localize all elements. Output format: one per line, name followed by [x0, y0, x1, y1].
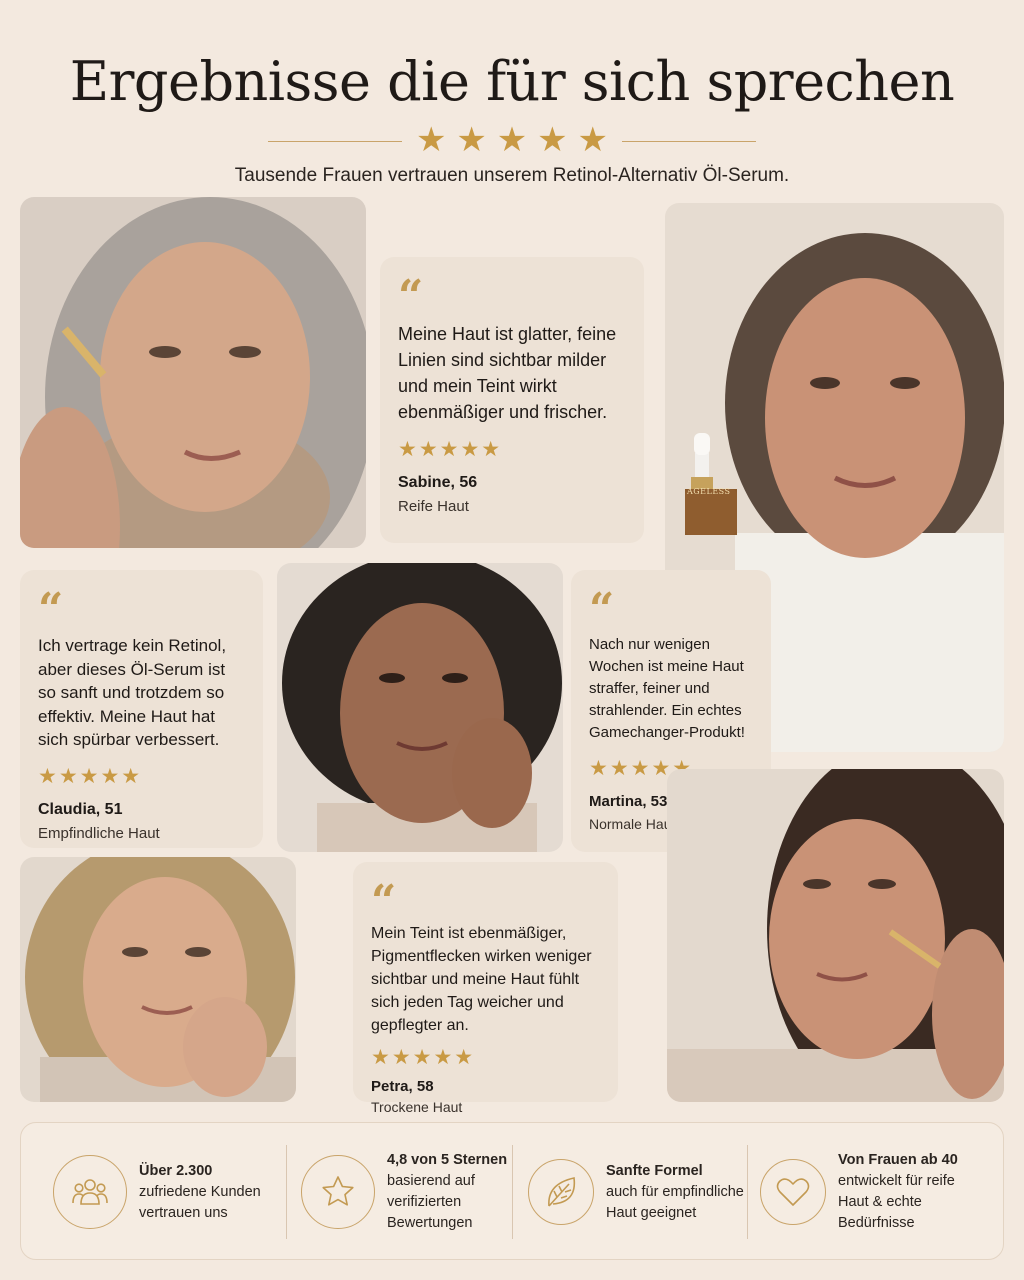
feature-description: zufriedene Kunden vertrauen uns [139, 1183, 261, 1221]
reviewer-skin-type: Trockene Haut [371, 1099, 463, 1115]
review-text: Mein Teint ist ebenmäßiger, Pigmentfleck… [371, 925, 592, 1034]
feature-title: 4,8 von 5 Sternen [387, 1152, 508, 1168]
quote-icon: “ [589, 584, 615, 635]
review-star-rating: ★★★★★ [38, 764, 143, 788]
review-star-rating: ★★★★★ [398, 438, 503, 461]
reviewer-skin-type: Empfindliche Haut [38, 824, 160, 842]
customer-photo-gray-hair [20, 197, 366, 548]
feature-title: Über 2.300 [139, 1162, 213, 1179]
feature-rating: 4,8 von 5 Sternen basierend auf verifizi… [301, 1123, 507, 1261]
reviewer-name: Claudia, 51 [38, 800, 123, 818]
feature-description: basierend auf verifizierten Bewertungen [387, 1173, 475, 1231]
star-icon: ★ [537, 121, 568, 159]
quote-icon: “ [38, 584, 64, 635]
review-card: “ Mein Teint ist ebenmäßiger, Pigmentfle… [353, 862, 618, 1115]
star-icon: ★ [577, 121, 608, 159]
star-icon [301, 1155, 375, 1229]
customer-photo-blonde-hair [20, 857, 296, 1102]
reviewer-name: Sabine, 56 [398, 474, 478, 491]
review-card: “ Ich vertrage kein Retinol, aber dieses… [20, 570, 263, 848]
review-text: Meine Haut ist glatter, feine Linien sin… [398, 324, 617, 422]
page-title: Ergebnisse die für sich sprechen [69, 50, 955, 113]
customer-photo-curly-hair [277, 563, 563, 852]
feature-divider [512, 1145, 513, 1239]
quote-icon: “ [398, 271, 424, 322]
people-icon [53, 1155, 127, 1229]
review-star-rating: ★★★★★ [371, 1046, 476, 1069]
title-star-rating: ★ ★ ★ ★ ★ [416, 122, 608, 158]
features-bar: Über 2.300 zufriedene Kunden vertrauen u… [20, 1122, 1004, 1260]
customer-photo-dark-hair [667, 769, 1004, 1102]
feature-divider [286, 1145, 287, 1239]
feature-title: Von Frauen ab 40 [838, 1152, 958, 1168]
title-divider-right [622, 141, 756, 142]
title-divider-left [268, 141, 402, 142]
reviewer-skin-type: Reife Haut [398, 498, 469, 515]
review-card: “ Meine Haut ist glatter, feine Linien s… [380, 257, 644, 543]
star-icon: ★ [416, 121, 447, 159]
star-icon: ★ [456, 121, 487, 159]
feature-formula: Sanfte Formel auch für empfindliche Haut… [528, 1123, 746, 1261]
page-subtitle: Tausende Frauen vertrauen unserem Retino… [234, 165, 790, 186]
feature-mature-skin: Von Frauen ab 40 entwickelt für reife Ha… [760, 1123, 978, 1261]
feature-description: entwickelt für reife Haut & echte Bedürf… [838, 1173, 955, 1231]
feature-description: auch für empfindliche Haut geeignet [606, 1183, 744, 1221]
reviewer-name: Petra, 58 [371, 1078, 434, 1095]
quote-icon: “ [371, 876, 397, 927]
feature-customers: Über 2.300 zufriedene Kunden vertrauen u… [53, 1123, 274, 1261]
feature-divider [747, 1145, 748, 1239]
review-text: Nach nur wenigen Wochen ist meine Haut s… [589, 636, 745, 741]
product-bottle-label: AGELESS [687, 487, 731, 496]
star-icon: ★ [496, 121, 528, 159]
feature-title: Sanfte Formel [606, 1162, 703, 1179]
review-text: Ich vertrage kein Retinol, aber dieses Ö… [38, 636, 227, 749]
leaf-icon [528, 1159, 594, 1225]
heart-icon [760, 1159, 826, 1225]
